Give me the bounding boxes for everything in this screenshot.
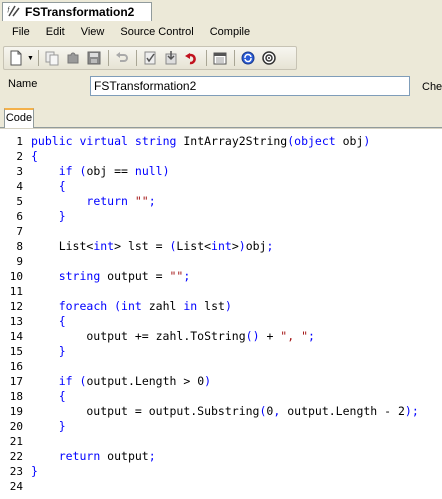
code-line[interactable]: output = output.Substring(0, output.Leng… bbox=[31, 404, 418, 419]
line-number: 20 bbox=[9, 420, 23, 433]
line-number: 5 bbox=[16, 195, 23, 208]
line-number: 15 bbox=[9, 345, 23, 358]
code-line[interactable]: } bbox=[31, 209, 66, 224]
code-line[interactable]: foreach (int zahl in lst) bbox=[31, 299, 232, 314]
toolbar: ▼ bbox=[0, 42, 442, 75]
toolbar-strip: ▼ bbox=[3, 46, 297, 70]
line-number: 11 bbox=[9, 285, 23, 298]
menu-view[interactable]: View bbox=[73, 22, 113, 42]
name-row: Name Che bbox=[0, 74, 442, 100]
toolbar-separator bbox=[136, 50, 137, 66]
copy-icon[interactable] bbox=[42, 48, 62, 68]
line-number: 22 bbox=[9, 450, 23, 463]
truncated-label: Che bbox=[422, 81, 442, 93]
svg-text:ƒ: ƒ bbox=[7, 7, 10, 13]
line-number: 13 bbox=[9, 315, 23, 328]
document-tab[interactable]: ƒ FSTransformation2 bbox=[2, 2, 152, 21]
transformation-icon: ƒ bbox=[7, 4, 21, 21]
line-number: 10 bbox=[9, 270, 23, 283]
target-icon[interactable] bbox=[259, 48, 279, 68]
code-line[interactable]: public virtual string IntArray2String(ob… bbox=[31, 134, 370, 149]
line-number: 21 bbox=[9, 435, 23, 448]
menu-file[interactable]: File bbox=[0, 22, 38, 42]
editor-tab-strip bbox=[0, 108, 442, 128]
line-number: 23 bbox=[9, 465, 23, 478]
sync-icon[interactable] bbox=[238, 48, 258, 68]
line-number: 6 bbox=[16, 210, 23, 223]
name-input[interactable] bbox=[90, 76, 410, 96]
undo-icon[interactable] bbox=[112, 48, 132, 68]
code-line[interactable]: { bbox=[31, 179, 66, 194]
line-number: 12 bbox=[9, 300, 23, 313]
puzzle-icon[interactable] bbox=[63, 48, 83, 68]
line-number: 8 bbox=[16, 240, 23, 253]
line-number: 16 bbox=[9, 360, 23, 373]
line-number-gutter: 1 2 3 4 5 6 7 8 9 10 11 12 13 14 15 16 17 18 19 20 21 22 23 24 bbox=[0, 129, 28, 499]
toolbar-separator bbox=[234, 50, 235, 66]
line-number: 19 bbox=[9, 405, 23, 418]
calendar-icon[interactable] bbox=[210, 48, 230, 68]
code-line[interactable]: List<int> lst = (List<int>)obj; bbox=[31, 239, 274, 254]
code-line[interactable]: } bbox=[31, 419, 66, 434]
line-number: 18 bbox=[9, 390, 23, 403]
line-number: 14 bbox=[9, 330, 23, 343]
line-number: 24 bbox=[9, 480, 23, 493]
line-number: 1 bbox=[16, 135, 23, 148]
code-line[interactable]: return output; bbox=[31, 449, 156, 464]
check-icon[interactable] bbox=[140, 48, 160, 68]
code-line[interactable]: { bbox=[31, 389, 66, 404]
code-line[interactable]: if (obj == null) bbox=[31, 164, 170, 179]
document-tab-bar: ƒ FSTransformation2 bbox=[0, 0, 442, 23]
menu-source-control[interactable]: Source Control bbox=[112, 22, 201, 42]
toolbar-separator bbox=[108, 50, 109, 66]
code-line[interactable]: { bbox=[31, 314, 66, 329]
code-line[interactable]: { bbox=[31, 149, 38, 164]
line-number: 2 bbox=[16, 150, 23, 163]
code-line[interactable]: output += zahl.ToString() + ", "; bbox=[31, 329, 315, 344]
line-number: 4 bbox=[16, 180, 23, 193]
line-number: 7 bbox=[16, 225, 23, 238]
menu-edit[interactable]: Edit bbox=[38, 22, 73, 42]
menu-compile[interactable]: Compile bbox=[202, 22, 258, 42]
code-line[interactable]: string output = ""; bbox=[31, 269, 191, 284]
save-icon[interactable] bbox=[84, 48, 104, 68]
document-tab-title: FSTransformation2 bbox=[25, 5, 135, 19]
refresh-icon[interactable] bbox=[182, 48, 202, 68]
code-line[interactable]: return ""; bbox=[31, 194, 155, 209]
code-line[interactable]: } bbox=[31, 344, 66, 359]
toolbar-separator bbox=[38, 50, 39, 66]
tab-code[interactable]: Code bbox=[4, 108, 34, 128]
menu-bar: File Edit View Source Control Compile bbox=[0, 22, 442, 42]
code-editor[interactable]: 1 2 3 4 5 6 7 8 9 10 11 12 13 14 15 16 17 18 19 20 21 22 23 24 … bbox=[0, 128, 442, 499]
line-number: 17 bbox=[9, 375, 23, 388]
check-in-icon[interactable] bbox=[161, 48, 181, 68]
name-label: Name bbox=[8, 78, 38, 90]
line-number: 3 bbox=[16, 165, 23, 178]
new-dropdown-icon[interactable]: ▼ bbox=[27, 55, 34, 62]
toolbar-separator bbox=[206, 50, 207, 66]
line-number: 9 bbox=[16, 255, 23, 268]
new-icon[interactable] bbox=[6, 48, 26, 68]
code-line[interactable]: } bbox=[31, 464, 38, 479]
code-line[interactable]: if (output.Length > 0) bbox=[31, 374, 211, 389]
